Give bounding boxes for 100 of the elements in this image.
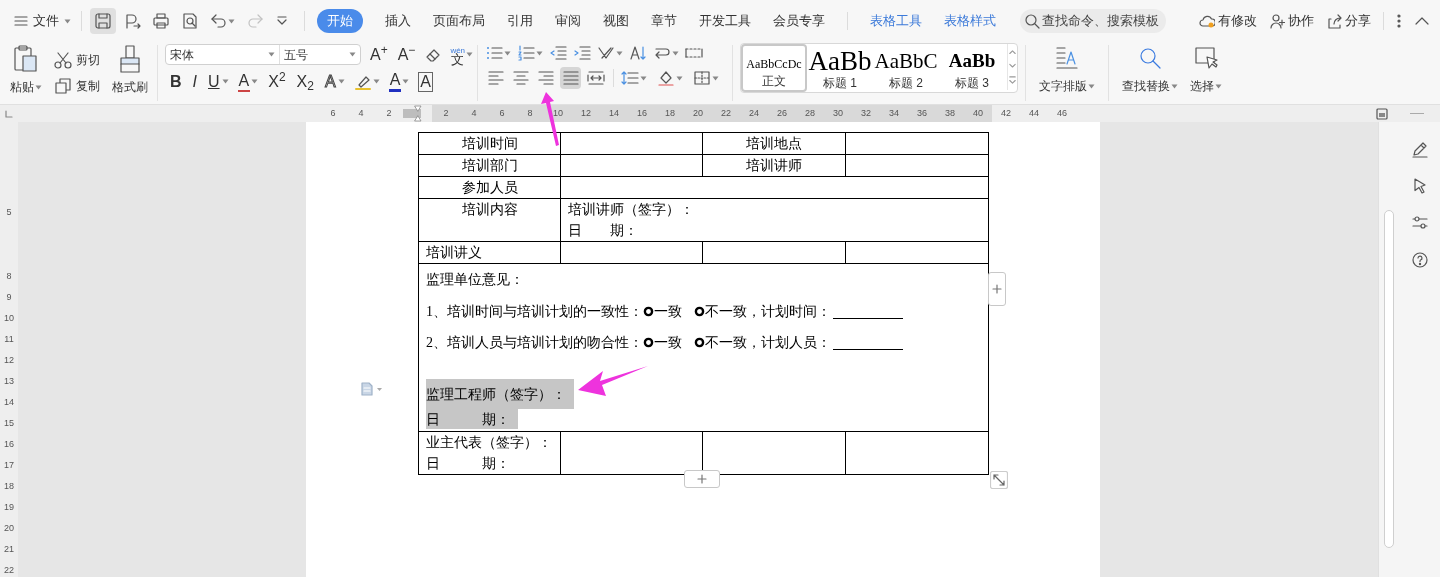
text-direction-icon[interactable] — [597, 45, 615, 61]
caret-icon[interactable] — [672, 50, 679, 56]
style-option[interactable]: AaBbC 标题 2 — [873, 44, 939, 92]
caret-icon[interactable] — [1171, 83, 1178, 89]
caret-icon[interactable] — [616, 50, 623, 56]
style-option[interactable]: AaBb 标题 3 — [939, 44, 1005, 92]
gallery-scroll-icon[interactable] — [1007, 44, 1017, 90]
caret-icon[interactable] — [35, 84, 42, 90]
caret-icon[interactable] — [1088, 83, 1095, 89]
grow-button[interactable]: A$^{+}$ — [369, 45, 389, 64]
tab[interactable]: 页面布局 — [433, 9, 485, 33]
tab[interactable]: 会员专享 — [773, 9, 825, 33]
line-break-icon[interactable] — [653, 45, 671, 61]
effect-button[interactable]: A — [323, 72, 337, 91]
caret-icon[interactable] — [372, 79, 380, 84]
italic-button[interactable]: I — [191, 72, 198, 91]
superscript-button[interactable]: X$^{2}$ — [267, 72, 287, 91]
caret-icon[interactable] — [221, 79, 229, 84]
subscript-button[interactable]: X$_{2}$ — [295, 72, 315, 91]
caret-icon[interactable] — [251, 79, 259, 84]
tab[interactable]: 插入 — [385, 9, 411, 33]
file-menu[interactable]: 文件 — [12, 8, 73, 34]
justify-icon[interactable] — [561, 70, 580, 86]
paste-button[interactable]: 粘贴 — [8, 44, 44, 96]
search-field[interactable]: 查找命令、搜索模板 — [1020, 9, 1166, 33]
increase-indent-icon[interactable] — [573, 45, 591, 61]
ribbon-button[interactable]: 文字排版 — [1033, 42, 1101, 104]
help-icon[interactable] — [1410, 251, 1429, 269]
export-icon[interactable] — [123, 12, 141, 30]
decrease-indent-icon[interactable] — [549, 45, 567, 61]
caret-icon[interactable] — [712, 75, 720, 81]
sliders-icon[interactable] — [1410, 214, 1429, 232]
tab[interactable]: 视图 — [603, 9, 629, 33]
layout-toggle-icon[interactable] — [1376, 107, 1388, 120]
indent-marker-icon[interactable] — [403, 105, 423, 122]
align-left-icon[interactable] — [486, 70, 505, 86]
style-option[interactable]: AaBbCcDc 正文 — [741, 44, 807, 92]
radio-button[interactable] — [694, 336, 705, 348]
pen-icon[interactable] — [1410, 140, 1429, 158]
caret-icon[interactable] — [64, 18, 71, 24]
plus-icon — [697, 474, 707, 484]
add-row-button[interactable] — [684, 470, 720, 488]
tab[interactable]: 审阅 — [555, 9, 581, 33]
sort-icon[interactable] — [629, 45, 647, 61]
caret-icon[interactable] — [504, 50, 511, 56]
ribbon-button[interactable]: 查找替换 — [1116, 42, 1184, 104]
tab[interactable]: 表格工具 — [870, 9, 922, 33]
caret-icon[interactable] — [676, 75, 684, 81]
scrollbar-thumb[interactable] — [1384, 210, 1394, 548]
shrink-button[interactable]: A$^{−}$ — [396, 45, 417, 64]
borders-icon[interactable] — [693, 70, 712, 86]
caret-icon[interactable] — [402, 79, 410, 84]
caret-icon[interactable] — [640, 75, 648, 81]
resize-handle-icon[interactable] — [990, 471, 1008, 489]
undo-icon[interactable] — [210, 12, 228, 30]
caret-icon[interactable] — [1215, 83, 1222, 89]
line-spacing-icon[interactable] — [621, 70, 640, 86]
save-icon[interactable] — [94, 12, 112, 30]
add-person-icon — [1269, 13, 1285, 29]
phonetic-button[interactable]: wén 文 — [450, 45, 466, 64]
table-cell: 培训时间 — [418, 132, 561, 155]
toolbar-button[interactable]: 协作 — [1269, 11, 1314, 31]
copy-button[interactable]: 复制 — [54, 77, 100, 95]
caret-icon[interactable] — [536, 50, 543, 56]
color-button[interactable]: A — [388, 71, 402, 92]
annotation-arrow — [578, 366, 648, 396]
caret-icon[interactable] — [228, 18, 235, 24]
align-right-icon[interactable] — [536, 70, 555, 86]
radio-button[interactable] — [643, 305, 654, 317]
toolbar-button[interactable]: 分享 — [1326, 11, 1371, 31]
shading-icon[interactable] — [657, 70, 676, 86]
tab[interactable]: 引用 — [507, 9, 533, 33]
bold-button[interactable]: B — [169, 72, 183, 91]
add-column-button[interactable] — [988, 272, 1006, 306]
gridlines-icon[interactable] — [685, 45, 703, 61]
ruler-number: 46 — [1056, 106, 1068, 120]
style-option[interactable]: AaBb 标题 1 — [807, 44, 873, 92]
print-preview-icon[interactable] — [181, 12, 199, 30]
numbered-list-icon[interactable] — [517, 45, 535, 61]
format-painter-button[interactable]: 格式刷 — [110, 44, 150, 96]
paragraph-menu-icon[interactable] — [360, 382, 384, 396]
cut-button[interactable]: 剪切 — [54, 51, 100, 69]
strike-button[interactable]: A — [237, 71, 251, 92]
tab[interactable]: 表格样式 — [944, 9, 996, 33]
underline-button[interactable]: U — [207, 72, 221, 91]
distributed-align-icon[interactable] — [586, 70, 605, 86]
print-icon[interactable] — [152, 12, 170, 30]
charborder-button[interactable]: A — [418, 71, 433, 92]
ribbon-button[interactable]: 选择 — [1184, 42, 1228, 104]
caret-icon[interactable] — [337, 79, 345, 84]
caret-icon[interactable] — [466, 52, 474, 57]
tab[interactable]: 开发工具 — [699, 9, 751, 33]
radio-button[interactable] — [643, 336, 654, 348]
bullet-list-icon[interactable] — [485, 45, 503, 61]
align-center-icon[interactable] — [511, 70, 530, 86]
tab[interactable]: 章节 — [651, 9, 677, 33]
more-icon[interactable] — [1396, 13, 1402, 29]
radio-button[interactable] — [694, 305, 705, 317]
collapse-icon[interactable] — [1414, 15, 1430, 27]
toolbar-button[interactable]: 有修改 — [1199, 11, 1257, 31]
